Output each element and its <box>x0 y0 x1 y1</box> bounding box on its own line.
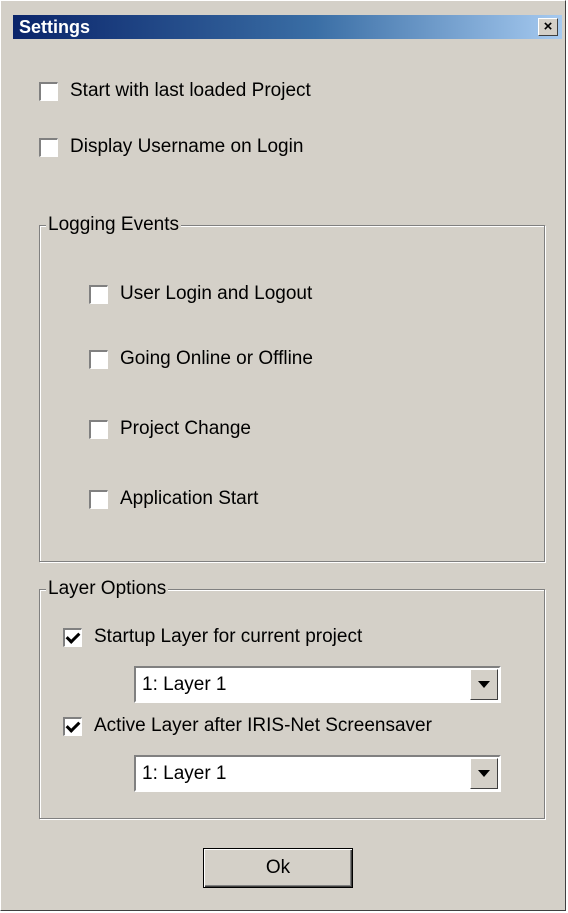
logging-events-title: Logging Events <box>46 214 181 236</box>
logging-app-start-checkbox[interactable] <box>89 489 108 509</box>
logging-login-label: User Login and Logout <box>120 283 313 304</box>
startup-layer-select[interactable]: 1: Layer 1 <box>134 666 501 703</box>
active-layer-checkbox[interactable] <box>63 716 82 736</box>
layer-options-title: Layer Options <box>46 578 169 600</box>
logging-project-change-checkbox[interactable] <box>89 419 108 439</box>
ok-button[interactable]: Ok <box>203 848 353 888</box>
startup-layer-option[interactable]: Startup Layer for current project <box>63 625 362 649</box>
logging-item[interactable]: User Login and Logout <box>89 282 312 306</box>
logging-item[interactable]: Project Change <box>89 417 251 441</box>
title-bar: Settings × <box>13 15 562 39</box>
ok-button-label: Ok <box>265 857 291 878</box>
logging-item[interactable]: Going Online or Offline <box>89 347 313 371</box>
startup-layer-label: Startup Layer for current project <box>94 626 363 647</box>
logging-app-start-label: Application Start <box>120 488 259 509</box>
start-last-project-checkbox[interactable] <box>39 81 58 101</box>
startup-layer-checkbox[interactable] <box>63 627 82 647</box>
active-layer-option[interactable]: Active Layer after IRIS-Net Screensaver <box>63 714 432 738</box>
logging-events-group: Logging Events <box>39 214 545 562</box>
chevron-down-icon[interactable] <box>470 758 498 789</box>
logging-online-checkbox[interactable] <box>89 349 108 369</box>
dialog-title: Settings <box>19 17 91 37</box>
logging-online-label: Going Online or Offline <box>120 348 313 369</box>
start-last-project-option[interactable]: Start with last loaded Project <box>39 79 311 103</box>
settings-dialog: Settings × Start with last loaded Projec… <box>0 0 566 911</box>
close-button[interactable]: × <box>538 18 558 36</box>
logging-login-checkbox[interactable] <box>89 284 108 304</box>
chevron-down-icon[interactable] <box>470 669 498 700</box>
active-layer-label: Active Layer after IRIS-Net Screensaver <box>94 715 432 736</box>
display-username-label: Display Username on Login <box>70 136 304 157</box>
startup-layer-value: 1: Layer 1 <box>142 674 227 695</box>
display-username-option[interactable]: Display Username on Login <box>39 135 303 159</box>
start-last-project-label: Start with last loaded Project <box>70 80 311 101</box>
logging-project-change-label: Project Change <box>120 418 251 439</box>
active-layer-value: 1: Layer 1 <box>142 763 227 784</box>
close-icon: × <box>543 18 553 35</box>
display-username-checkbox[interactable] <box>39 137 58 157</box>
active-layer-select[interactable]: 1: Layer 1 <box>134 755 501 792</box>
logging-item[interactable]: Application Start <box>89 487 258 511</box>
